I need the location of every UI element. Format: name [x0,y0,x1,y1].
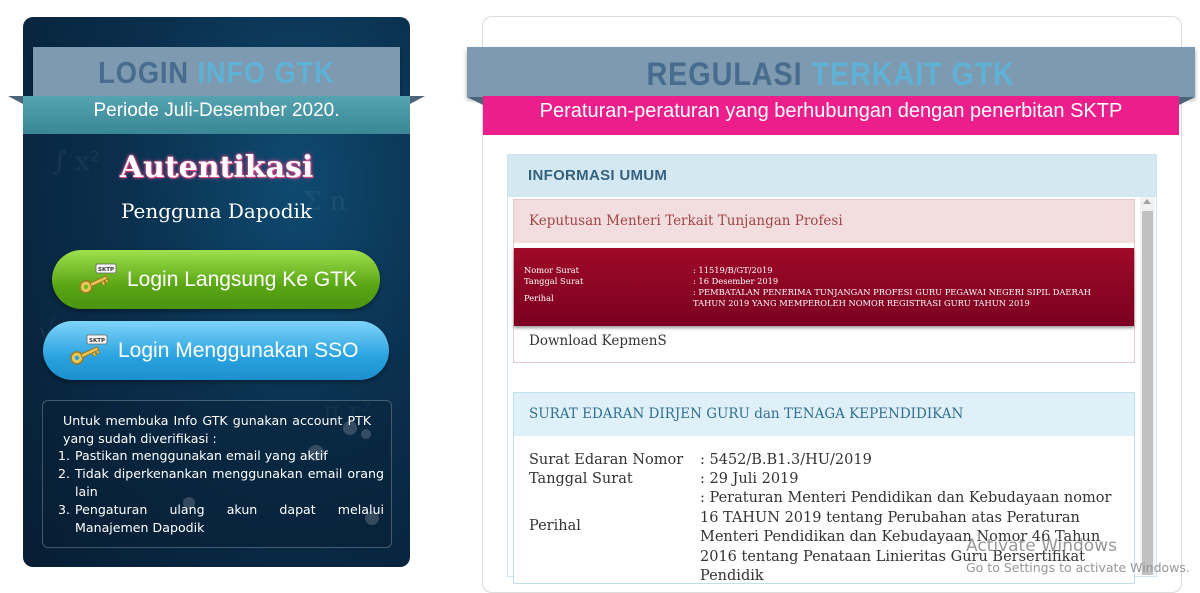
keputusan-detail: Nomor Surat : 11519/B/GT/2019 Tanggal Su… [514,248,1134,326]
section-title: INFORMASI UMUM [508,155,1156,197]
nomor-surat-value: : 11519/B/GT/2019 [693,265,773,275]
nomor-surat-label: Nomor Surat [524,265,579,275]
info-intro: Untuk membuka Info GTK gunakan account P… [63,413,371,446]
surat-edaran-nomor-value: : 5452/B.B1.3/HU/2019 [700,452,872,468]
login-gtk-button[interactable]: SKTP Login Langsung Ke GTK [52,250,380,309]
regulasi-subtitle: Peraturan-peraturan yang berhubungan den… [483,96,1179,135]
regulasi-ribbon-title-accent: TERKAIT GTK [811,56,1016,92]
info-list-item: Pastikan menggunakan email yang aktif [74,447,384,465]
ribbon-fold-right [410,96,425,104]
download-kepmen-link[interactable]: Download KepmenS [529,333,667,349]
svg-text:SKTP: SKTP [89,338,105,344]
regulasi-ribbon-title: REGULASI TERKAIT GTK [467,47,1195,97]
watermark-subtitle: Go to Settings to activate Windows. [966,560,1190,575]
keputusan-card-title: Keputusan Menteri Terkait Tunjangan Prof… [514,200,1134,243]
login-ribbon-title-main: LOGIN [98,55,189,90]
ribbon-fold-left [8,96,23,104]
login-sso-button[interactable]: SKTP Login Menggunakan SSO [43,321,389,380]
keputusan-card: Keputusan Menteri Terkait Tunjangan Prof… [513,199,1135,363]
login-sso-label: Login Menggunakan SSO [118,339,359,362]
key-icon: SKTP [70,334,108,365]
login-info-box: Untuk membuka Info GTK gunakan account P… [42,400,392,548]
watermark-title: Activate Windows [966,536,1117,556]
surat-edaran-tanggal-value: : 29 Juli 2019 [700,471,799,487]
login-ribbon-title-accent: INFO GTK [197,55,335,90]
svg-text:SKTP: SKTP [98,267,114,273]
tanggal-surat-label: Tanggal Surat [524,276,584,286]
perihal-value: : PEMBATALAN PENERIMA TUNJANGAN PROFESI … [693,287,1091,308]
tanggal-surat-value: : 16 Desember 2019 [693,276,779,286]
surat-edaran-perihal-label: Perihal [529,518,581,534]
scroll-up-arrow-icon[interactable] [1143,199,1151,204]
login-ribbon-title: LOGIN INFO GTK [33,47,400,96]
info-list-item: Tidak diperkenankan menggunakan email or… [74,465,384,501]
info-list-item: Pengaturan ulang akun dapat melalui Mana… [74,501,384,537]
regulasi-ribbon-title-main: REGULASI [646,56,803,92]
ribbon-fold-right [1179,97,1195,105]
auth-subtitle: Pengguna Dapodik [120,199,313,223]
content-scrollbar[interactable] [1140,197,1155,575]
periode-label: Periode Juli-Desember 2020. [23,96,410,134]
info-list: Pastikan menggunakan email yang aktif Ti… [61,447,384,537]
auth-title: Autentikasi [119,150,314,185]
perihal-label: Perihal [524,293,554,303]
surat-edaran-nomor-label: Surat Edaran Nomor [529,452,684,468]
scroll-thumb[interactable] [1142,211,1153,575]
key-icon: SKTP [79,263,117,294]
ribbon-fold-left [467,97,483,105]
login-gtk-label: Login Langsung Ke GTK [127,268,357,291]
surat-edaran-tanggal-label: Tanggal Surat [529,471,633,487]
surat-edaran-card-title: SURAT EDARAN DIRJEN GURU dan TENAGA KEPE… [514,393,1134,436]
